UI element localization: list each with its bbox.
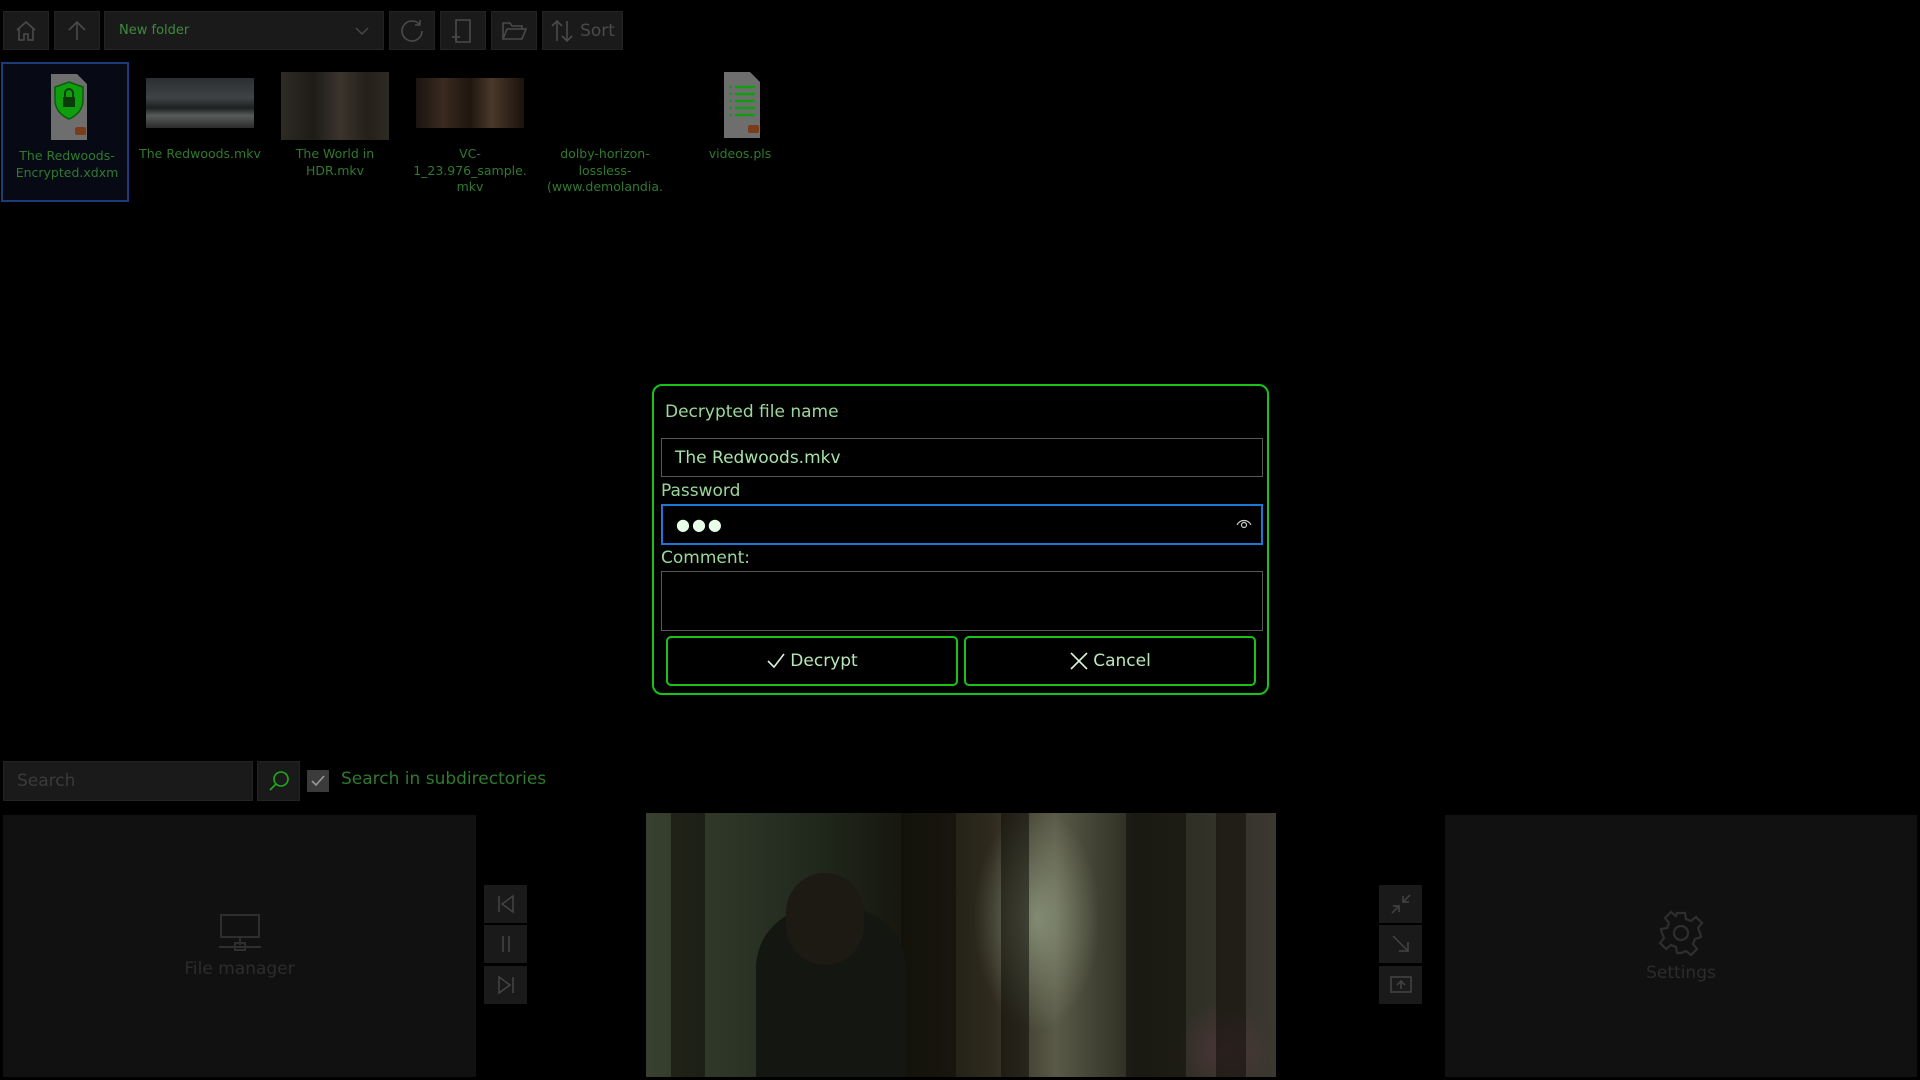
tree-trunk [671,813,705,1077]
new-file-button[interactable] [440,11,486,50]
search-button[interactable] [257,761,300,801]
settings-panel[interactable]: Settings [1445,815,1917,1077]
cast-button[interactable] [1379,966,1422,1004]
cancel-button[interactable]: Cancel [964,636,1256,686]
file-name: The Redwoods.mkv [139,146,261,161]
dialog-title: Decrypted file name [665,402,839,422]
file-item[interactable]: The World in HDR.mkv [271,62,399,202]
decrypted-filename-input[interactable]: The Redwoods.mkv [661,438,1263,477]
file-name: The World in HDR.mkv [295,146,375,178]
video-thumbnail [281,72,389,140]
refresh-button[interactable] [389,11,435,50]
new-file-icon [452,18,471,43]
file-manager-label: File manager [184,959,295,979]
video-thumbnail [416,78,524,128]
screen-upload-icon [1389,976,1412,993]
gear-icon [1658,910,1704,957]
chevron-down-icon [355,27,369,35]
collapse-icon [1390,894,1411,914]
reveal-password-icon[interactable] [1236,518,1252,530]
open-folder-button[interactable] [491,11,537,50]
sort-button[interactable]: Sort [542,11,623,50]
dock-player-button[interactable] [1379,925,1422,963]
up-folder-button[interactable] [54,11,100,50]
file-name: videos.pls [708,146,772,161]
file-name: VC-1_23.976_sample.mkv [413,146,527,194]
sort-label: Sort [580,20,615,41]
arrow-down-right-icon [1391,935,1409,952]
search-input[interactable]: Search [3,761,253,801]
skip-next-icon [497,975,514,995]
minimize-player-button[interactable] [1379,885,1422,923]
pause-icon [501,936,510,952]
file-item[interactable]: VC-1_23.976_sample.mkv [406,62,534,202]
tree-trunk [1216,813,1246,1077]
decrypt-dialog: Decrypted file name The Redwoods.mkv Pas… [652,384,1269,695]
previous-button[interactable] [484,885,527,923]
search-icon [268,771,289,791]
network-computer-icon [218,914,261,951]
password-value: ●●● [676,515,724,534]
tree-trunk [1001,813,1029,1077]
folder-select[interactable]: New folder [104,11,384,50]
home-icon [16,20,36,41]
home-button[interactable] [3,11,49,50]
checkmark-icon [767,653,785,669]
checkmark-icon [311,775,325,787]
video-preview[interactable] [646,813,1276,1077]
pause-button[interactable] [484,925,527,963]
sort-icon [551,19,573,42]
filename-value: The Redwoods.mkv [675,447,841,468]
person-head [786,873,864,965]
file-manager-panel[interactable]: File manager [3,815,476,1077]
encrypted-file-icon [51,74,87,140]
settings-label: Settings [1646,963,1716,983]
refresh-icon [401,19,423,42]
next-button[interactable] [484,966,527,1004]
cancel-label: Cancel [1093,651,1151,671]
file-item[interactable]: videos.pls [676,62,804,202]
playlist-file-icon [724,72,760,138]
password-label: Password [661,481,741,501]
search-placeholder: Search [17,771,76,791]
folder-select-value: New folder [119,23,190,38]
file-name: The Redwoods-Encrypted.xdxm [15,148,119,180]
skip-previous-icon [497,894,514,914]
comment-input[interactable] [661,571,1263,631]
subdirectories-checkbox[interactable] [307,770,329,792]
file-item[interactable]: dolby-horizon-lossless-(www.demolandia. [541,62,669,202]
password-input[interactable]: ●●● [661,504,1263,545]
tree-trunk [901,813,956,1077]
video-thumbnail [146,78,254,128]
open-folder-icon [501,21,528,40]
decrypt-label: Decrypt [790,651,858,671]
file-item[interactable]: The Redwoods-Encrypted.xdxm [1,62,129,202]
comment-label: Comment: [661,548,751,568]
arrow-up-icon [68,20,86,40]
decrypt-button[interactable]: Decrypt [666,636,958,686]
tree-trunk [1126,813,1186,1077]
file-item[interactable]: The Redwoods.mkv [136,62,264,202]
file-name: dolby-horizon-lossless-(www.demolandia. [547,146,663,194]
subdirectories-label: Search in subdirectories [341,769,547,789]
close-icon [1070,652,1088,670]
